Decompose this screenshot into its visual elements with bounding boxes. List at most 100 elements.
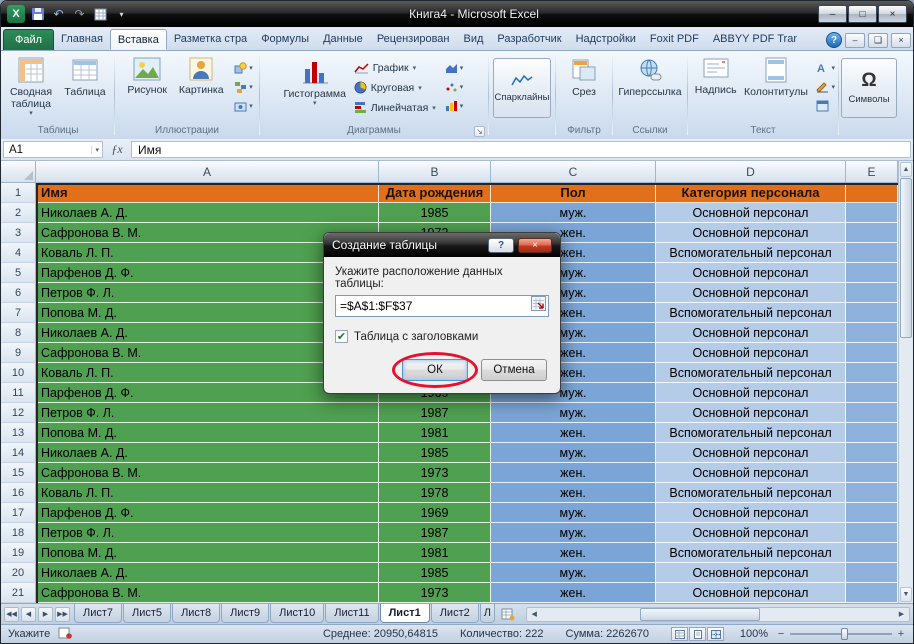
last-sheet-button[interactable]: ▶▶ (55, 607, 70, 622)
hyperlink-button[interactable]: Гиперссылка (616, 54, 684, 118)
insert-function-button[interactable]: ƒx (105, 141, 129, 158)
row-header-19[interactable]: 19 (1, 543, 36, 563)
cell-C2[interactable]: муж. (491, 203, 656, 223)
cell-D6[interactable]: Основной персонал (656, 283, 846, 303)
cell-E11[interactable] (846, 383, 898, 403)
cell-E4[interactable] (846, 243, 898, 263)
ribbon-tab-home[interactable]: Главная (54, 29, 110, 50)
dialog-close-button[interactable]: × (518, 238, 552, 253)
row-header-18[interactable]: 18 (1, 523, 36, 543)
row-header-7[interactable]: 7 (1, 303, 36, 323)
cell-D15[interactable]: Основной персонал (656, 463, 846, 483)
other-charts-button[interactable]: ▾ (444, 98, 465, 113)
page-layout-view-button[interactable] (689, 627, 706, 641)
cell-D4[interactable]: Вспомогательный персонал (656, 243, 846, 263)
insert-worksheet-button[interactable] (498, 606, 518, 623)
workbook-minimize-button[interactable]: – (845, 33, 865, 48)
row-header-20[interactable]: 20 (1, 563, 36, 583)
cell-D1[interactable]: Категория персонала (656, 183, 846, 203)
cell-C12[interactable]: муж. (491, 403, 656, 423)
cell-A17[interactable]: Парфенов Д. Ф. (36, 503, 379, 523)
cell-B16[interactable]: 1978 (379, 483, 491, 503)
scroll-down-icon[interactable]: ▼ (900, 587, 912, 602)
ok-button[interactable]: ОК (402, 359, 468, 381)
cell-A1[interactable]: Имя (36, 183, 379, 203)
line-chart-button[interactable]: График ▾ (351, 59, 439, 76)
cell-C14[interactable]: муж. (491, 443, 656, 463)
row-header-15[interactable]: 15 (1, 463, 36, 483)
row-header-5[interactable]: 5 (1, 263, 36, 283)
ribbon-tab-view[interactable]: Вид (457, 29, 491, 50)
page-break-view-button[interactable] (707, 627, 724, 641)
cell-D21[interactable]: Основной персонал (656, 583, 846, 603)
scatter-chart-button[interactable]: ▾ (444, 79, 465, 94)
cell-D14[interactable]: Основной персонал (656, 443, 846, 463)
cell-D12[interactable]: Основной персонал (656, 403, 846, 423)
sheet-tab-list1[interactable]: Лист1 (380, 604, 430, 623)
cell-B14[interactable]: 1985 (379, 443, 491, 463)
cell-A12[interactable]: Петров Ф. Л. (36, 403, 379, 423)
cell-A16[interactable]: Коваль Л. П. (36, 483, 379, 503)
cell-C16[interactable]: жен. (491, 483, 656, 503)
formula-content[interactable]: Имя (131, 141, 911, 158)
header-footer-button[interactable]: Колонтитулы (741, 54, 810, 118)
shapes-button[interactable]: ▾ (233, 60, 254, 75)
ribbon-tab-review[interactable]: Рецензирован (370, 29, 457, 50)
workbook-restore-button[interactable]: ❑ (868, 33, 888, 48)
cell-E12[interactable] (846, 403, 898, 423)
undo-icon[interactable]: ↶ (50, 6, 67, 23)
name-box[interactable]: A1 ▾ (3, 141, 103, 158)
cell-C15[interactable]: жен. (491, 463, 656, 483)
vertical-scrollbar-thumb[interactable] (900, 178, 912, 338)
column-header-C[interactable]: C (491, 161, 656, 182)
bar-chart-button[interactable]: Линейчатая ▾ (351, 99, 439, 116)
histogram-button[interactable]: Гистограмма ▾ (284, 54, 346, 118)
scroll-right-icon[interactable]: ▶ (894, 610, 909, 618)
cell-A13[interactable]: Попова М. Д. (36, 423, 379, 443)
cell-D17[interactable]: Основной персонал (656, 503, 846, 523)
ribbon-tab-abbyy-pdf[interactable]: ABBYY PDF Trar (706, 29, 804, 50)
table-button[interactable]: Таблица (58, 54, 112, 118)
row-header-16[interactable]: 16 (1, 483, 36, 503)
cell-D2[interactable]: Основной персонал (656, 203, 846, 223)
cell-D5[interactable]: Основной персонал (656, 263, 846, 283)
ribbon-tab-data[interactable]: Данные (316, 29, 370, 50)
qat-customize-dropdown-icon[interactable]: ▾ (113, 6, 130, 23)
cell-A14[interactable]: Николаев А. Д. (36, 443, 379, 463)
normal-view-button[interactable] (671, 627, 688, 641)
horizontal-scrollbar-track[interactable] (542, 608, 894, 621)
row-header-8[interactable]: 8 (1, 323, 36, 343)
cell-E10[interactable] (846, 363, 898, 383)
ribbon-tab-add-ins[interactable]: Надстройки (569, 29, 643, 50)
workbook-close-button[interactable]: × (891, 33, 911, 48)
cell-A2[interactable]: Николаев А. Д. (36, 203, 379, 223)
cell-D13[interactable]: Вспомогательный персонал (656, 423, 846, 443)
cell-E8[interactable] (846, 323, 898, 343)
cell-C20[interactable]: муж. (491, 563, 656, 583)
cell-E21[interactable] (846, 583, 898, 603)
zoom-slider-track[interactable] (790, 633, 892, 635)
cell-E15[interactable] (846, 463, 898, 483)
zoom-level[interactable]: 100% (732, 628, 768, 640)
macro-record-icon[interactable] (58, 627, 72, 642)
row-header-3[interactable]: 3 (1, 223, 36, 243)
cell-D9[interactable]: Основной персонал (656, 343, 846, 363)
cell-C19[interactable]: жен. (491, 543, 656, 563)
row-header-10[interactable]: 10 (1, 363, 36, 383)
cell-D18[interactable]: Основной персонал (656, 523, 846, 543)
row-header-21[interactable]: 21 (1, 583, 36, 603)
close-button[interactable]: × (878, 5, 907, 23)
cell-C13[interactable]: жен. (491, 423, 656, 443)
row-header-4[interactable]: 4 (1, 243, 36, 263)
cell-B19[interactable]: 1981 (379, 543, 491, 563)
cell-D19[interactable]: Вспомогательный персонал (656, 543, 846, 563)
vertical-scrollbar-track[interactable] (899, 338, 913, 586)
sheet-tab-list3[interactable]: Л (480, 604, 495, 623)
sheet-tab-list5[interactable]: Лист5 (123, 604, 171, 623)
sheet-tab-list11[interactable]: Лист11 (325, 604, 378, 623)
cell-E19[interactable] (846, 543, 898, 563)
range-picker-icon[interactable] (531, 296, 546, 316)
headers-checkbox[interactable]: ✔ (335, 330, 348, 343)
sparklines-button[interactable]: Спарклайны (493, 58, 551, 118)
signature-line-button[interactable]: ▾ (815, 79, 836, 94)
